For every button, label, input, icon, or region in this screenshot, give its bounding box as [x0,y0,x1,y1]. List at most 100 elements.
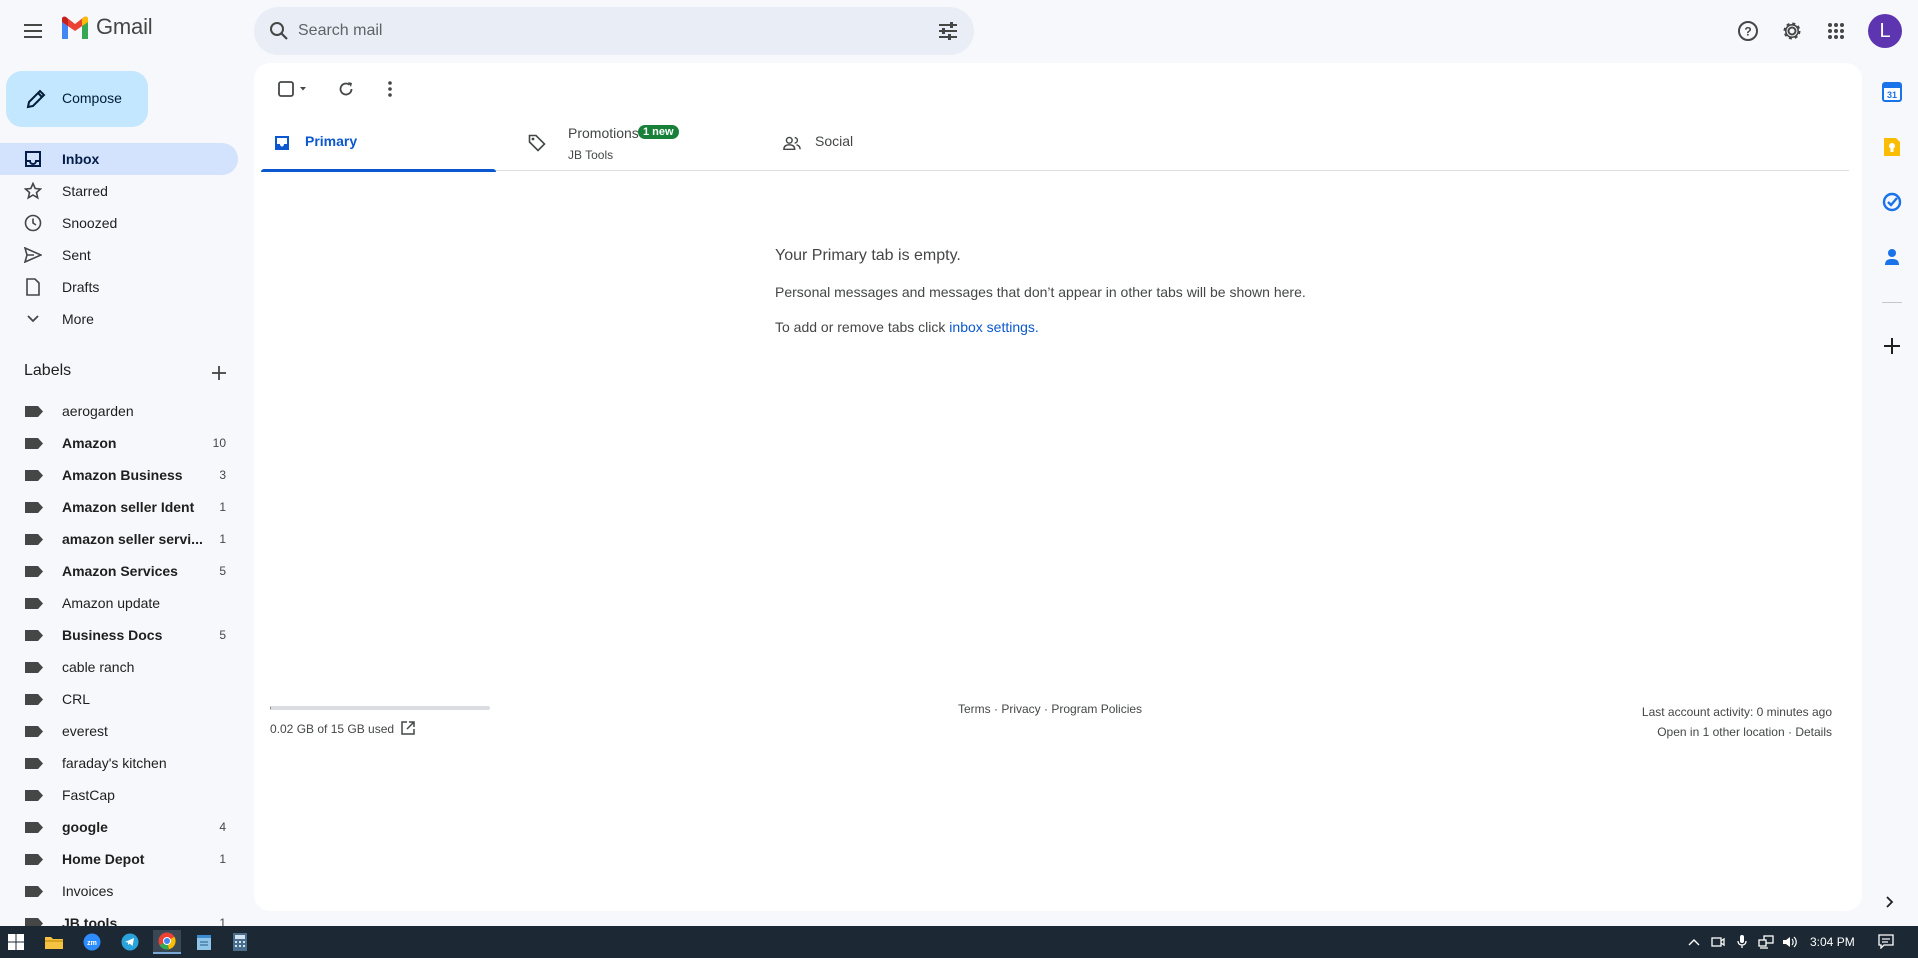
label-unread-count: 4 [219,820,226,834]
label-item[interactable]: google 4 [0,811,238,843]
file-explorer-icon[interactable] [40,930,68,954]
sidebar-item-inbox[interactable]: Inbox [0,143,238,175]
label-item[interactable]: Home Depot 1 [0,843,238,875]
select-checkbox[interactable] [276,75,312,103]
search-input[interactable] [298,17,898,45]
inbox-icon [275,136,289,150]
label-unread-count: 10 [212,436,226,450]
taskbar-clock[interactable]: 3:04 PM [1810,935,1855,949]
tab-social[interactable]: Social [771,115,1006,171]
sidebar-item-label: More [62,311,94,327]
tab-primary[interactable]: Primary [261,115,496,172]
calculator-icon[interactable] [226,930,254,954]
microphone-icon[interactable] [1734,934,1750,950]
add-addon-icon[interactable] [1880,334,1904,358]
search-options-icon[interactable] [936,19,960,43]
sidebar-item-snoozed[interactable]: Snoozed [0,207,238,239]
empty-description: Personal messages and messages that don’… [775,284,1306,300]
policy-links: Terms · Privacy · Program Policies [958,702,1142,716]
label-item[interactable]: amazon seller servi... 1 [0,523,238,555]
notifications-icon[interactable] [1878,933,1894,949]
label-item[interactable]: aerogarden [0,395,238,427]
search-bar[interactable] [254,7,974,55]
inbox-settings-link[interactable]: inbox settings [949,319,1035,335]
sidebar-item-starred[interactable]: Starred [0,175,238,207]
hamburger-menu-icon [24,24,42,38]
label-tag-icon [25,630,43,641]
tab-label: Social [815,133,854,149]
add-label-icon[interactable] [210,364,228,382]
label-name: cable ranch [62,659,135,675]
terms-link[interactable]: Terms [958,702,991,716]
label-item[interactable]: Amazon seller Ident 1 [0,491,238,523]
tag-icon [528,134,546,152]
sidebar-item-sent[interactable]: Sent [0,239,238,271]
sidebar-item-label: Inbox [62,151,100,167]
keep-icon[interactable] [1880,135,1904,159]
hide-side-panel-button[interactable] [1876,890,1904,914]
inbox-tabs: Primary Promotions 1 new JB Tools Social [261,115,1849,172]
other-locations-text: Open in 1 other location [1657,725,1785,739]
tasks-icon[interactable] [1880,190,1904,214]
sidebar-item-more[interactable]: More [0,303,238,335]
side-panel-divider [1882,302,1902,303]
settings-icon[interactable] [1776,15,1808,47]
label-item[interactable]: faraday's kitchen [0,747,238,779]
label-item[interactable]: FastCap [0,779,238,811]
volume-icon[interactable] [1782,934,1798,950]
help-icon[interactable]: ? [1732,15,1764,47]
label-unread-count: 5 [219,564,226,578]
notepad-icon[interactable] [190,930,218,954]
contacts-icon[interactable] [1880,245,1904,269]
label-item[interactable]: Amazon Services 5 [0,555,238,587]
label-item[interactable]: Invoices [0,875,238,907]
account-activity: Last account activity: 0 minutes ago Ope… [1642,702,1832,742]
main-menu-button[interactable] [14,14,54,48]
refresh-icon[interactable] [332,75,360,103]
draft-icon [24,278,42,296]
chevron-down-icon [24,310,42,328]
apps-grid-icon[interactable] [1820,15,1852,47]
label-name: Business Docs [62,627,163,643]
label-item[interactable]: CRL [0,683,238,715]
label-name: faraday's kitchen [62,755,167,771]
star-icon [24,182,42,200]
label-name: Amazon Business [62,467,183,483]
label-item[interactable]: everest [0,715,238,747]
tab-label: Primary [305,133,358,149]
calendar-icon[interactable]: 31 [1880,80,1904,104]
label-item[interactable]: cable ranch [0,651,238,683]
external-link-icon[interactable] [400,720,416,736]
zoom-label: zm [87,940,97,947]
label-unread-count: 5 [219,628,226,642]
label-item[interactable]: Business Docs 5 [0,619,238,651]
program-policies-link[interactable]: Program Policies [1051,702,1142,716]
tab-label: Promotions [568,125,639,141]
label-item[interactable]: Amazon Business 3 [0,459,238,491]
tab-promotions[interactable]: Promotions 1 new JB Tools [516,115,751,171]
chrome-icon[interactable] [153,930,181,954]
compose-button[interactable]: Compose [6,71,148,127]
telegram-icon[interactable] [116,930,144,954]
privacy-link[interactable]: Privacy [1001,702,1040,716]
zoom-icon[interactable]: zm [78,930,106,954]
svg-text:?: ? [1744,25,1751,39]
meet-now-icon[interactable] [1710,934,1726,950]
account-avatar[interactable]: L [1868,14,1902,48]
label-item[interactable]: Amazon 10 [0,427,238,459]
label-tag-icon [25,566,43,577]
label-unread-count: 3 [219,468,226,482]
label-name: everest [62,723,108,739]
separator: · [990,702,1002,716]
more-options-icon[interactable] [376,75,404,103]
start-icon[interactable] [2,930,30,954]
sidebar-item-drafts[interactable]: Drafts [0,271,238,303]
search-icon[interactable] [266,18,292,44]
gmail-logo[interactable]: Gmail [60,14,153,40]
network-icon[interactable] [1758,934,1774,950]
details-link[interactable]: Details [1795,725,1832,739]
label-item[interactable]: Amazon update [0,587,238,619]
show-hidden-icons-icon[interactable] [1686,934,1702,950]
main-panel: Primary Promotions 1 new JB Tools Social… [254,63,1862,911]
chevron-right-icon [1886,896,1894,908]
